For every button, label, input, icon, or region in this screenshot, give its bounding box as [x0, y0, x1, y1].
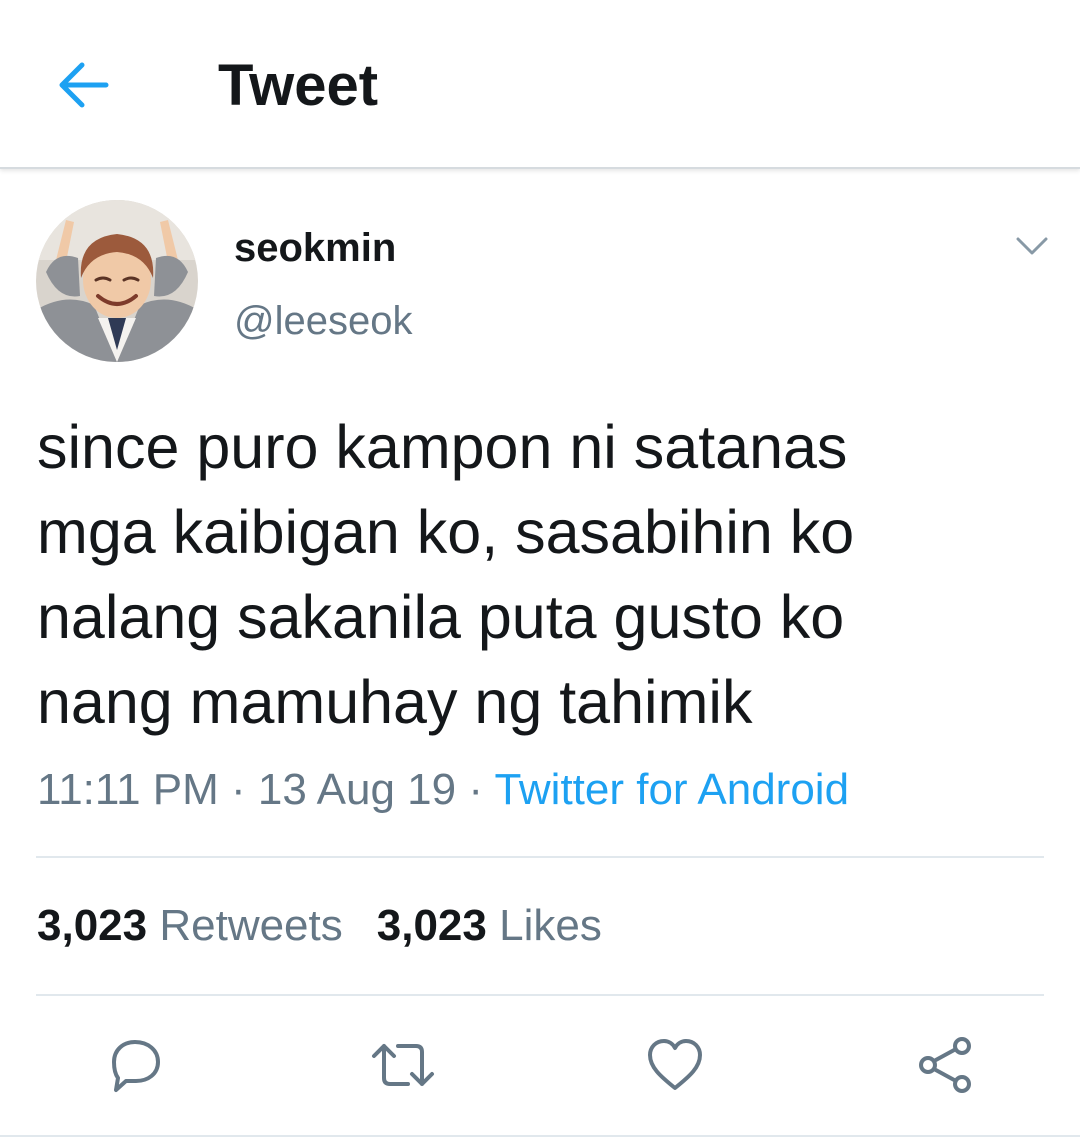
divider	[36, 994, 1044, 996]
tweet-time: 11:11 PM	[37, 765, 219, 814]
page-title: Tweet	[218, 53, 379, 118]
divider	[0, 1135, 1080, 1137]
like-button[interactable]	[640, 1030, 710, 1100]
retweets-label: Retweets	[159, 901, 343, 950]
heart-icon	[648, 1039, 702, 1090]
tweet-date: 13 Aug 19	[257, 765, 457, 814]
share-button[interactable]	[910, 1030, 980, 1100]
author-display-name[interactable]: seokmin	[234, 224, 396, 272]
divider	[36, 856, 1044, 858]
back-button[interactable]	[52, 55, 114, 115]
chevron-down-icon	[1016, 237, 1048, 255]
author-handle[interactable]: @leeseok	[234, 297, 412, 345]
tweet-source-link[interactable]: Twitter for Android	[494, 765, 849, 814]
likes-stat[interactable]: 3,023 Likes	[377, 901, 602, 950]
likes-label: Likes	[499, 901, 602, 950]
avatar-photo	[36, 200, 198, 362]
tweet-stats: 3,023 Retweets 3,023 Likes	[37, 900, 602, 952]
reply-button[interactable]	[100, 1030, 170, 1100]
share-icon	[919, 1037, 971, 1093]
top-app-bar: Tweet	[0, 0, 1080, 169]
avatar[interactable]	[36, 200, 198, 362]
tweet-menu-button[interactable]	[1008, 226, 1056, 266]
retweet-icon	[372, 1044, 434, 1086]
tweet-metadata: 11:11 PM · 13 Aug 19 · Twitter for Andro…	[37, 764, 849, 816]
retweet-button[interactable]	[368, 1030, 438, 1100]
tweet-text: since puro kampon ni satanas mga kaibiga…	[37, 413, 855, 736]
meta-separator: ·	[456, 765, 495, 814]
reply-icon	[112, 1040, 160, 1092]
meta-separator: ·	[218, 765, 258, 814]
retweets-stat[interactable]: 3,023 Retweets	[37, 901, 343, 950]
arrow-left-icon	[59, 62, 109, 108]
likes-count: 3,023	[376, 901, 487, 950]
retweets-count: 3,023	[37, 901, 148, 950]
